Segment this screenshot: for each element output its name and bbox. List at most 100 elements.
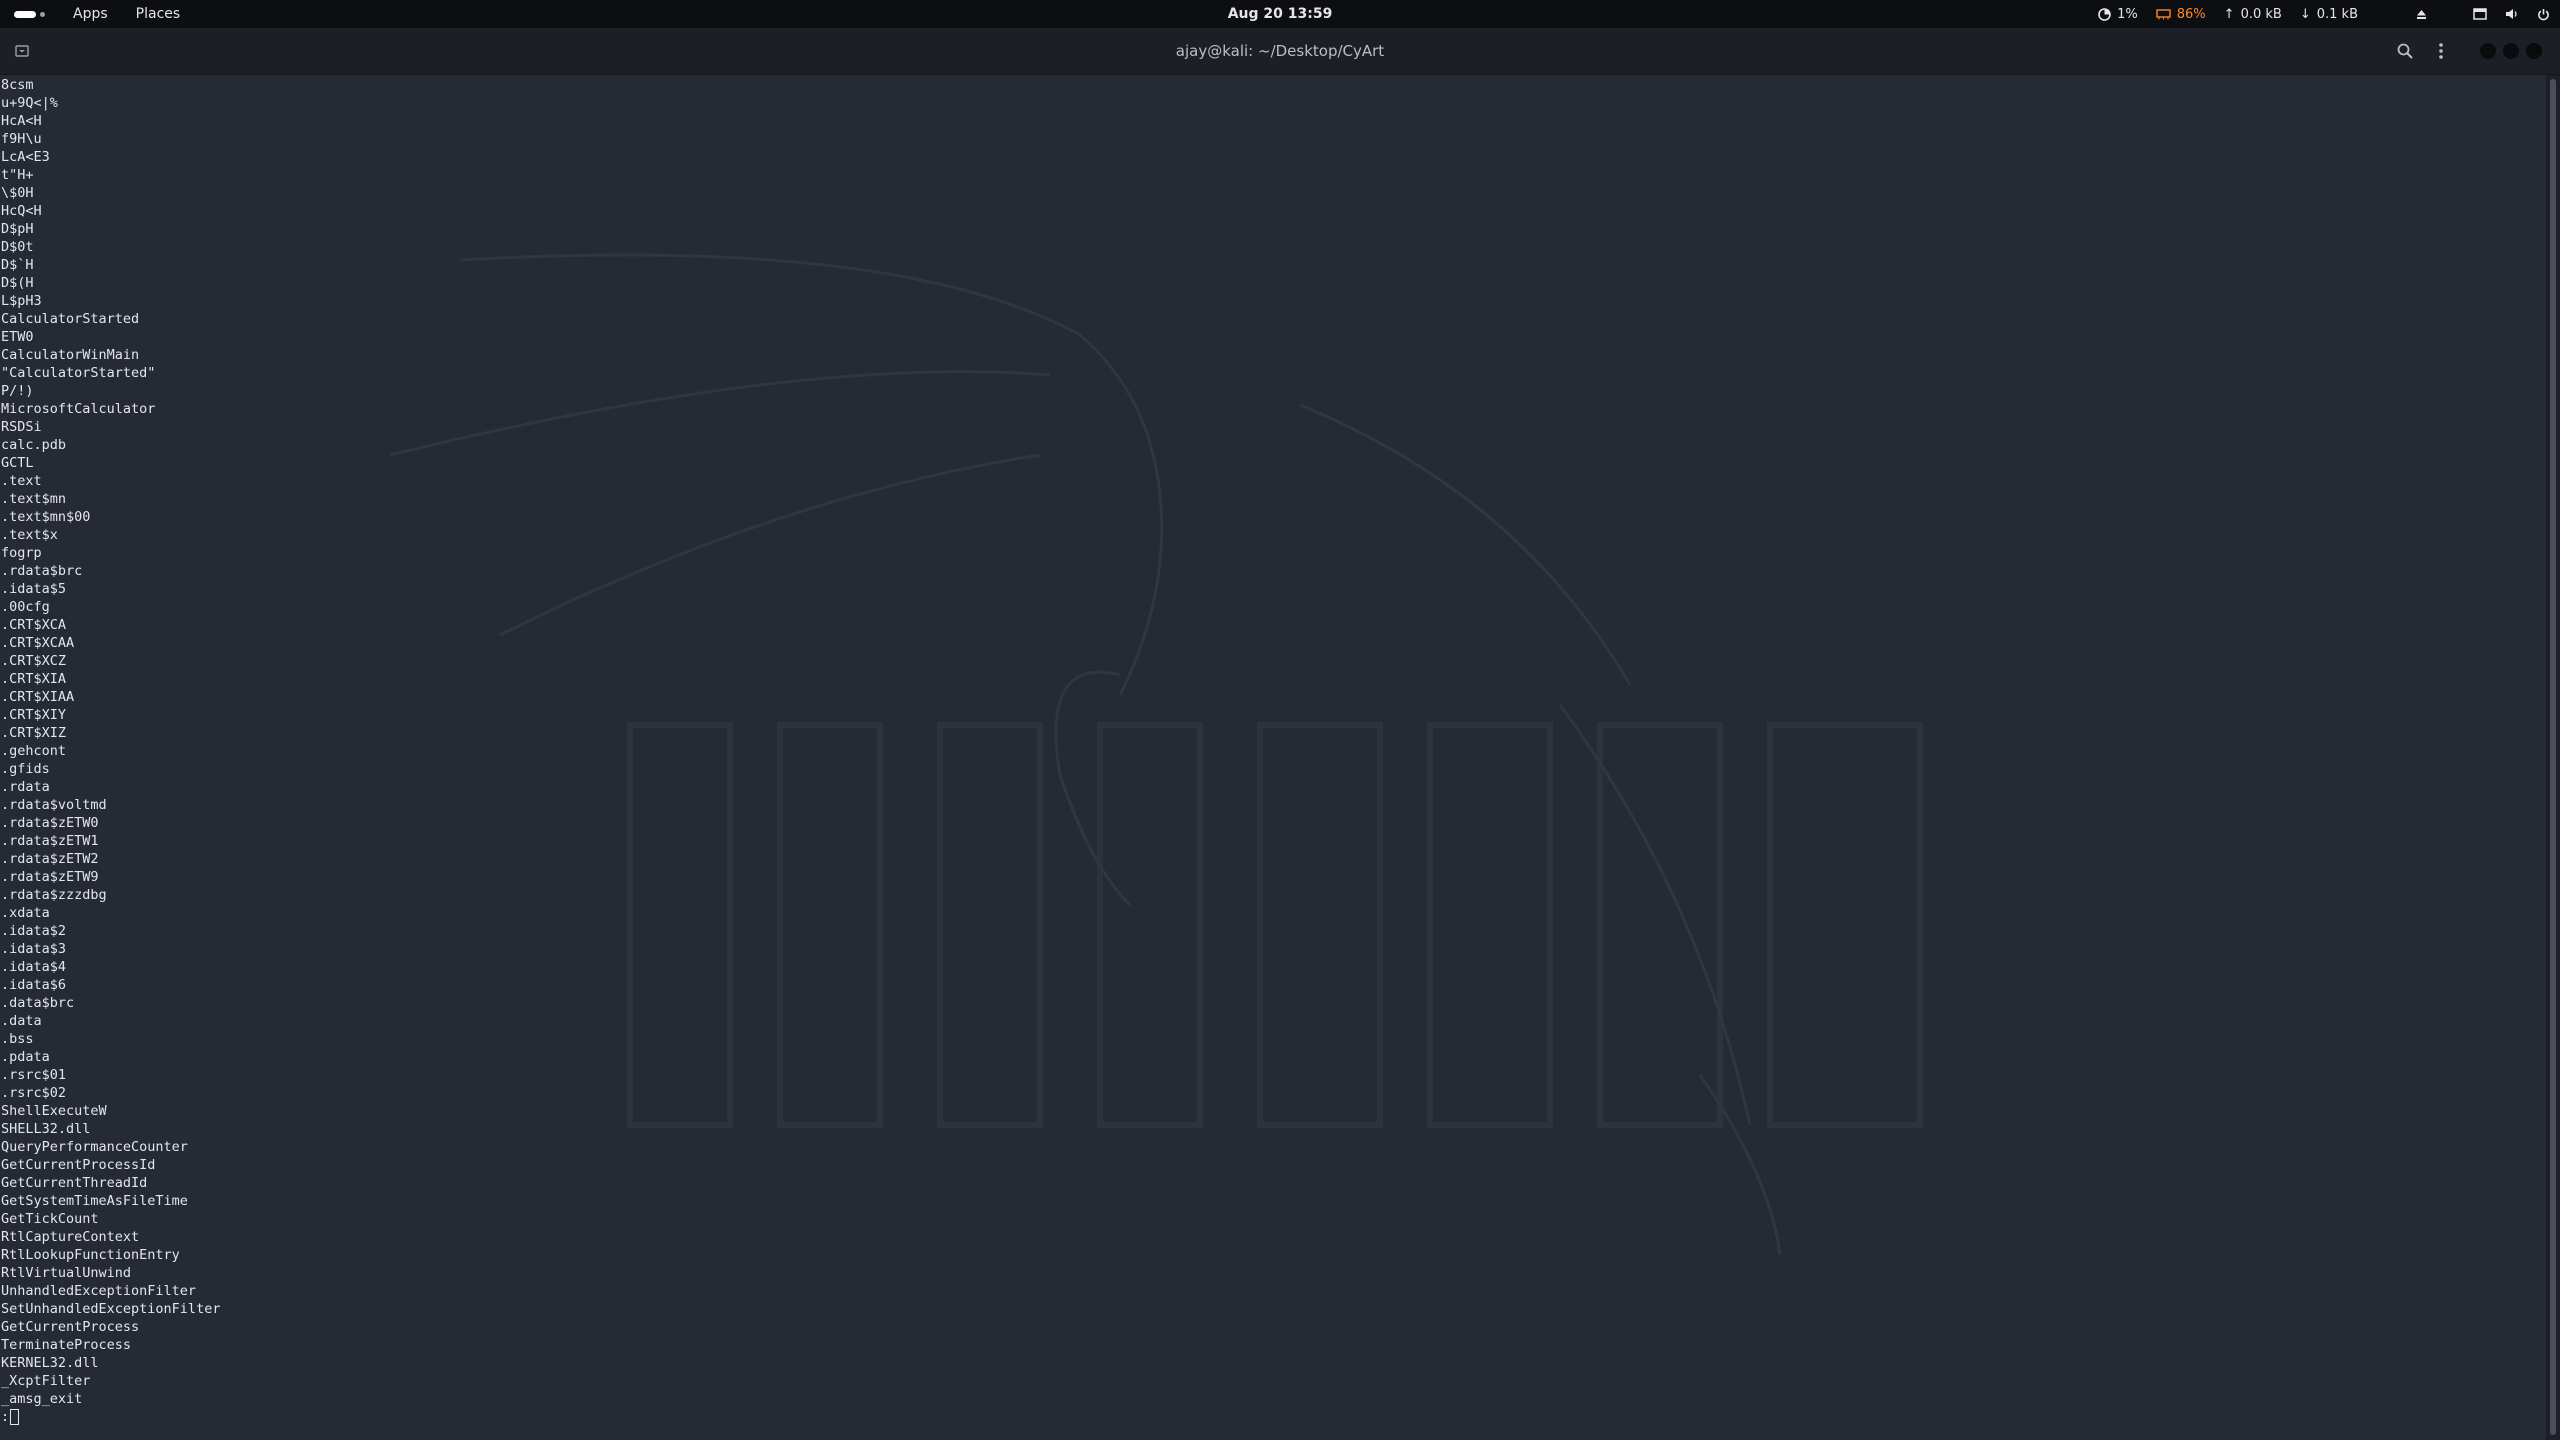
terminal-line: .text — [1, 473, 42, 489]
terminal-line: HcQ<H — [1, 203, 42, 219]
terminal-line: \$0H — [1, 185, 34, 201]
prompt-text: : — [1, 1409, 10, 1425]
terminal-line: .CRT$XIZ — [1, 725, 67, 741]
workspace-active-icon — [14, 10, 36, 18]
terminal-line: RSDSi — [1, 419, 42, 435]
terminal-line: .rdata$zzzdbg — [1, 887, 107, 903]
download-value: 0.1 kB — [2316, 6, 2358, 22]
terminal-line: SetUnhandledExceptionFilter — [1, 1301, 221, 1317]
terminal-line: t"H+ — [1, 167, 34, 183]
terminal-line: CalculatorStarted — [1, 311, 140, 327]
terminal-line: .CRT$XIA — [1, 671, 67, 687]
upload-value: 0.0 kB — [2240, 6, 2282, 22]
eject-icon — [2417, 9, 2426, 19]
window-switcher-button[interactable] — [2473, 8, 2487, 20]
terminal-line: RtlCaptureContext — [1, 1229, 140, 1245]
minimize-button[interactable] — [2480, 43, 2496, 59]
terminal-line: "CalculatorStarted" — [1, 365, 156, 381]
terminal-line: .gehcont — [1, 743, 67, 759]
terminal-line: .idata$5 — [1, 581, 67, 597]
terminal-line: .idata$4 — [1, 959, 67, 975]
terminal-title: ajay@kali: ~/Desktop/CyArt — [1175, 42, 1385, 60]
terminal-line: D$(H — [1, 275, 34, 291]
kebab-menu-icon — [2439, 43, 2443, 59]
terminal-line: .text$x — [1, 527, 58, 543]
terminal-line: .pdata — [1, 1049, 50, 1065]
terminal-line: .rdata$voltmd — [1, 797, 107, 813]
terminal-line: L$pH3 — [1, 293, 42, 309]
top-panel: Apps Places Aug 20 13:59 1% 86% ↑ 0.0 kB… — [0, 0, 2560, 28]
terminal-line: .rdata — [1, 779, 50, 795]
terminal-line: .rdata$zETW1 — [1, 833, 99, 849]
terminal-line: .rsrc$01 — [1, 1067, 67, 1083]
memory-indicator[interactable]: 86% — [2156, 7, 2206, 22]
terminal-line: .text$mn$00 — [1, 509, 91, 525]
upload-indicator[interactable]: ↑ 0.0 kB — [2224, 7, 2282, 22]
download-arrow-icon: ↓ — [2299, 6, 2311, 22]
terminal-line: ShellExecuteW — [1, 1103, 107, 1119]
terminal-line: D$0t — [1, 239, 34, 255]
terminal-line: .CRT$XIY — [1, 707, 67, 723]
terminal-line: LcA<E3 — [1, 149, 50, 165]
apps-menu[interactable]: Apps — [73, 6, 108, 22]
kali-dragon-watermark — [389, 253, 1923, 1256]
terminal-line: .00cfg — [1, 599, 50, 615]
terminal-line: TerminateProcess — [1, 1337, 132, 1353]
cpu-value: 1% — [2117, 6, 2138, 22]
power-button[interactable] — [2537, 8, 2550, 21]
search-button[interactable] — [2396, 42, 2414, 64]
download-indicator[interactable]: ↓ 0.1 kB — [2300, 7, 2358, 22]
terminal-line: GCTL — [1, 455, 34, 471]
terminal-line: _amsg_exit — [1, 1391, 83, 1407]
terminal-line: .rdata$brc — [1, 563, 83, 579]
terminal-line: GetCurrentProcess — [1, 1319, 140, 1335]
terminal-line: GetSystemTimeAsFileTime — [1, 1193, 188, 1209]
terminal-body[interactable]: 8csm u+9Q<|% HcA<H f9H\u LcA<E3 t"H+ \$0H HcQ<H… — [0, 75, 2546, 1440]
terminal-line: SHELL32.dll — [1, 1121, 91, 1137]
terminal-line: .data$brc — [1, 995, 75, 1011]
eject-button[interactable] — [2416, 9, 2427, 20]
text-cursor — [10, 1409, 20, 1425]
terminal-line: HcA<H — [1, 113, 42, 129]
terminal-line: .rdata$zETW9 — [1, 869, 99, 885]
terminal-line: .rsrc$02 — [1, 1085, 67, 1101]
volume-button[interactable] — [2505, 8, 2519, 20]
terminal-line: .text$mn — [1, 491, 67, 507]
power-icon — [2538, 8, 2549, 20]
terminal-line: .CRT$XCZ — [1, 653, 67, 669]
upload-arrow-icon: ↑ — [2223, 6, 2235, 22]
pager-prompt[interactable]: : — [1, 1408, 220, 1426]
maximize-button[interactable] — [2503, 43, 2519, 59]
terminal-line: GetCurrentThreadId — [1, 1175, 148, 1191]
activities-indicator[interactable] — [14, 10, 45, 18]
terminal-line: .idata$6 — [1, 977, 67, 993]
terminal-line: calc.pdb — [1, 437, 67, 453]
terminal-line: RtlLookupFunctionEntry — [1, 1247, 180, 1263]
terminal-output: 8csm u+9Q<|% HcA<H f9H\u LcA<E3 t"H+ \$0H HcQ<H… — [1, 76, 220, 1426]
terminal-line: f9H\u — [1, 131, 42, 147]
terminal-line: 8csm — [1, 77, 34, 93]
menu-button[interactable] — [2438, 41, 2444, 65]
places-menu[interactable]: Places — [136, 6, 181, 22]
terminal-line: D$pH — [1, 221, 34, 237]
terminal-scrollbar[interactable] — [2546, 75, 2560, 1440]
clock[interactable]: Aug 20 13:59 — [1228, 0, 1333, 28]
terminal-line: .idata$3 — [1, 941, 67, 957]
terminal-line: GetCurrentProcessId — [1, 1157, 156, 1173]
cpu-indicator[interactable]: 1% — [2098, 7, 2138, 22]
new-tab-icon — [15, 45, 29, 57]
terminal-line: .rdata$zETW0 — [1, 815, 99, 831]
terminal-line: .rdata$zETW2 — [1, 851, 99, 867]
terminal-line: .data — [1, 1013, 42, 1029]
terminal-line: .xdata — [1, 905, 50, 921]
terminal-line: .CRT$XCAA — [1, 635, 75, 651]
terminal-line: .idata$2 — [1, 923, 67, 939]
search-icon — [2397, 43, 2413, 59]
new-tab-button[interactable] — [14, 43, 30, 63]
terminal-line: .CRT$XCA — [1, 617, 67, 633]
scrollbar-thumb[interactable] — [2550, 79, 2556, 1435]
terminal-line: _XcptFilter — [1, 1373, 91, 1389]
close-button[interactable] — [2526, 43, 2542, 59]
terminal-line: P/!) — [1, 383, 34, 399]
terminal-line: .gfids — [1, 761, 50, 777]
